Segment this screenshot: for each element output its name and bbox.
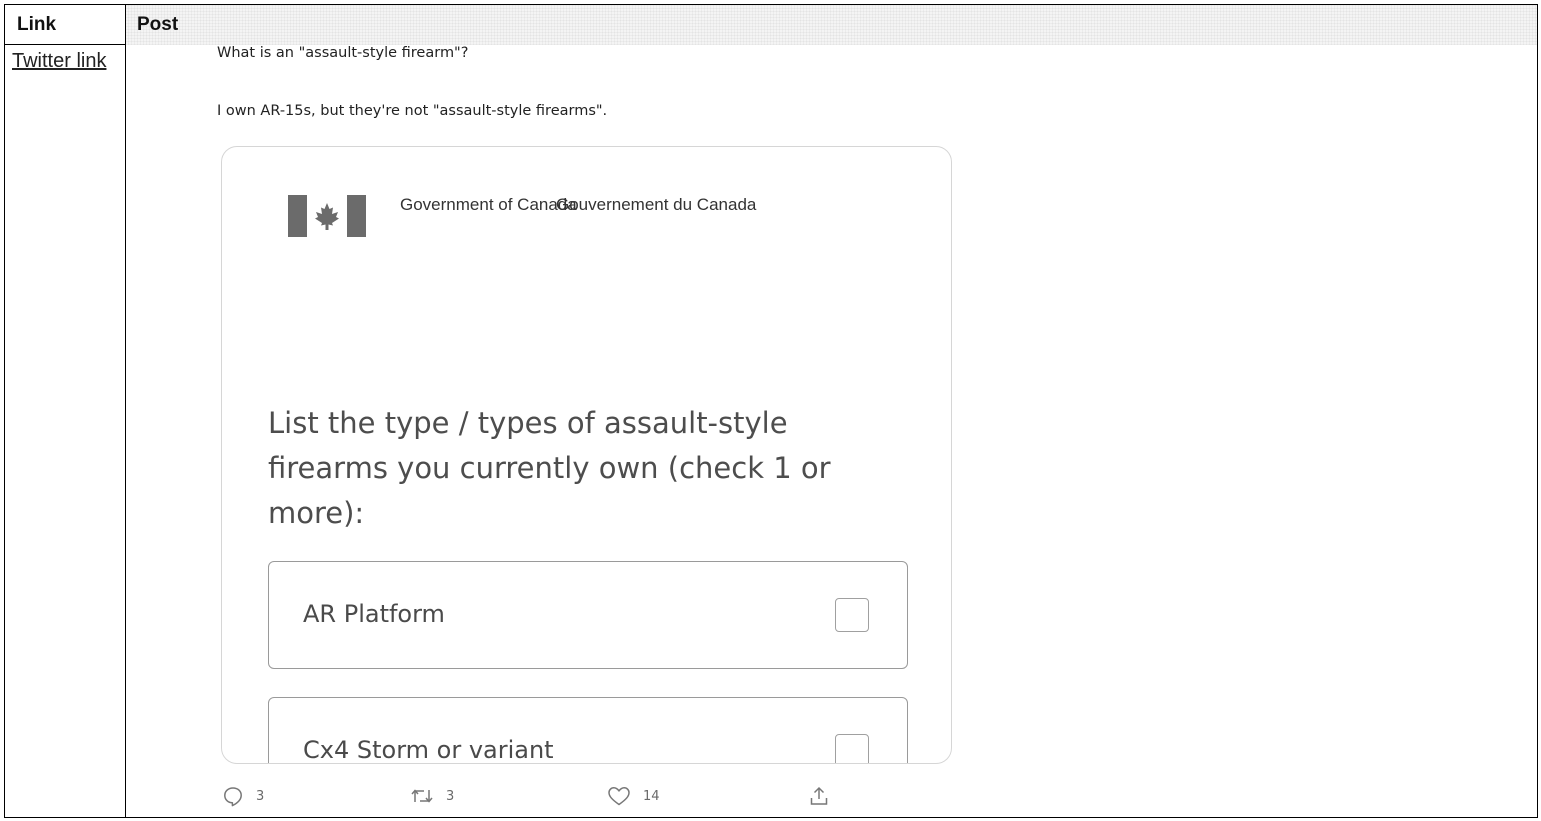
retweet-icon [411, 789, 433, 803]
like-button[interactable]: 14 [607, 784, 660, 808]
table-header-row: Link Post [5, 5, 1537, 45]
option-label: AR Platform [303, 600, 445, 628]
column-divider [125, 5, 126, 817]
option-checkbox[interactable] [835, 734, 869, 763]
retweet-button[interactable]: 3 [410, 784, 454, 808]
gouvernement-du-canada-fr: Gouvernement du Canada [556, 195, 757, 214]
reply-button[interactable]: 3 [222, 784, 264, 808]
attached-image-card[interactable]: Government of Canada Gouvernement du Can… [221, 146, 952, 764]
post-text-line-1: What is an "assault-style firearm"? [217, 45, 469, 61]
share-icon [810, 786, 828, 805]
reply-count: 3 [256, 788, 265, 804]
post-text-line-2: I own AR-15s, but they're not "assault-s… [217, 103, 608, 119]
option-checkbox[interactable] [835, 598, 869, 632]
column-header-post: Post [125, 5, 1537, 45]
like-count: 14 [643, 788, 660, 804]
twitter-link[interactable]: Twitter link [12, 47, 112, 75]
option-ar-platform[interactable]: AR Platform [268, 561, 908, 669]
survey-question: List the type / types of assault-style f… [268, 406, 831, 530]
canada-flag-icon [288, 195, 366, 237]
share-button[interactable] [808, 784, 830, 808]
retweet-count: 3 [446, 788, 455, 804]
reply-icon [224, 787, 242, 807]
government-of-canada-en: Government of Canada [400, 195, 577, 214]
column-header-link: Link [17, 14, 57, 35]
heart-icon [608, 787, 630, 806]
option-label: Cx4 Storm or variant [303, 736, 554, 764]
option-cx4-storm[interactable]: Cx4 Storm or variant [268, 697, 908, 764]
